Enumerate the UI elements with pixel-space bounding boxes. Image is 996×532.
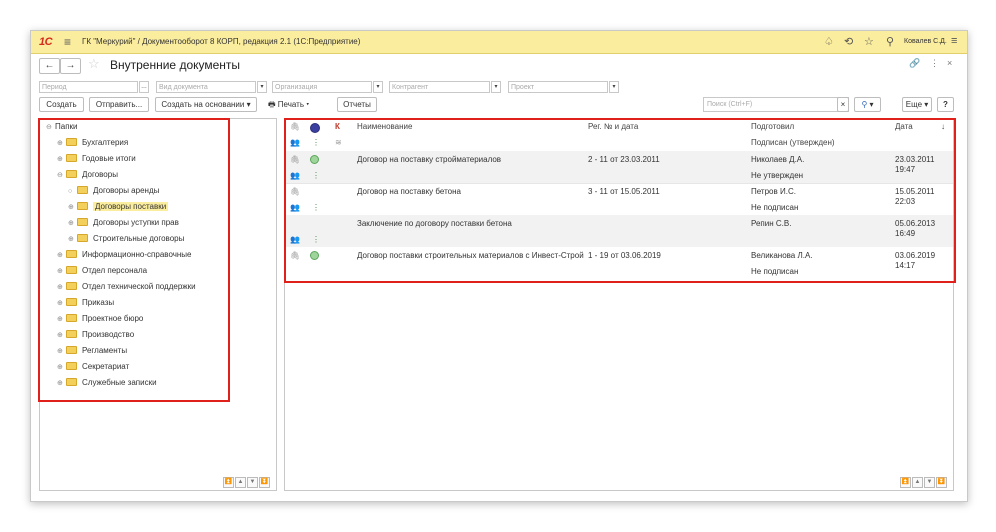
doc-type-field[interactable]: Вид документа xyxy=(156,81,256,93)
app-window: 1С ≡ ГК "Меркурий" / Документооборот 8 К… xyxy=(30,30,968,502)
scroll-top-icon[interactable]: ⏫ xyxy=(900,477,911,488)
more-label: Еще xyxy=(905,100,923,109)
1c-logo[interactable]: 1С xyxy=(39,36,53,48)
create-based-on-label: Создать на основании xyxy=(161,100,245,109)
app-title: ГК "Меркурий" / Документооборот 8 КОРП, … xyxy=(82,37,361,46)
hamburger-icon[interactable]: ≡ xyxy=(64,35,71,49)
scroll-down-icon[interactable]: ▼ xyxy=(247,477,258,488)
send-button[interactable]: Отправить... xyxy=(89,97,149,112)
organization-dropdown[interactable]: ▾ xyxy=(373,81,383,93)
search-input[interactable]: Поиск (Ctrl+F) xyxy=(703,97,849,112)
clear-search-button[interactable]: × xyxy=(837,97,849,112)
print-button[interactable]: 🖶 Печать ▾ xyxy=(268,97,309,112)
search-button[interactable]: ⚲ ▾ xyxy=(854,97,881,112)
list-scroll-controls: ⏫ ▲ ▼ ⏬ xyxy=(899,477,947,488)
list-highlight-box xyxy=(284,118,956,283)
scroll-bottom-icon[interactable]: ⏬ xyxy=(259,477,270,488)
forward-button[interactable]: → xyxy=(60,58,81,74)
back-button[interactable]: ← xyxy=(39,58,60,74)
title-bar: 1С ≡ ГК "Меркурий" / Документооборот 8 К… xyxy=(31,31,967,54)
more-vertical-icon[interactable]: ⋮ xyxy=(930,58,939,69)
organization-field[interactable]: Организация xyxy=(272,81,372,93)
counterparty-dropdown[interactable]: ▾ xyxy=(491,81,501,93)
create-button[interactable]: Создать xyxy=(39,97,84,112)
project-dropdown[interactable]: ▾ xyxy=(609,81,619,93)
user-name[interactable]: Ковалев С.Д. xyxy=(904,38,947,45)
history-icon[interactable]: ⟲ xyxy=(844,35,853,48)
reports-button[interactable]: Отчеты xyxy=(337,97,377,112)
scroll-down-icon[interactable]: ▼ xyxy=(924,477,935,488)
doc-type-dropdown[interactable]: ▾ xyxy=(257,81,267,93)
page-title: Внутренние документы xyxy=(110,58,241,72)
tree-highlight-box xyxy=(38,118,230,402)
search-icon[interactable]: ⚲ xyxy=(886,35,894,48)
printer-icon: 🖶 xyxy=(268,100,276,109)
period-field[interactable]: Период xyxy=(39,81,138,93)
bell-icon[interactable]: ♤ xyxy=(824,35,834,48)
star-icon[interactable]: ☆ xyxy=(864,35,874,48)
search-icon: ⚲ xyxy=(861,100,868,109)
counterparty-field[interactable]: Контрагент xyxy=(389,81,490,93)
help-button[interactable]: ? xyxy=(937,97,954,112)
favorite-star-icon[interactable]: ☆ xyxy=(88,56,100,72)
link-icon[interactable]: 🔗 xyxy=(909,58,920,69)
more-button[interactable]: Еще ▾ xyxy=(902,97,932,112)
chevron-down-icon: ▾ xyxy=(246,100,251,109)
scroll-bottom-icon[interactable]: ⏬ xyxy=(936,477,947,488)
settings-menu-icon[interactable]: ≡ xyxy=(951,35,957,47)
scroll-up-icon[interactable]: ▲ xyxy=(912,477,923,488)
close-icon[interactable]: × xyxy=(947,58,952,68)
create-based-on-button[interactable]: Создать на основании ▾ xyxy=(155,97,257,112)
project-field[interactable]: Проект xyxy=(508,81,608,93)
chevron-down-icon: ▾ xyxy=(306,100,310,109)
scroll-up-icon[interactable]: ▲ xyxy=(235,477,246,488)
print-label: Печать xyxy=(277,100,305,109)
period-select-button[interactable]: … xyxy=(139,81,149,93)
scroll-top-icon[interactable]: ⏫ xyxy=(223,477,234,488)
tree-scroll-controls: ⏫ ▲ ▼ ⏬ xyxy=(222,477,270,488)
